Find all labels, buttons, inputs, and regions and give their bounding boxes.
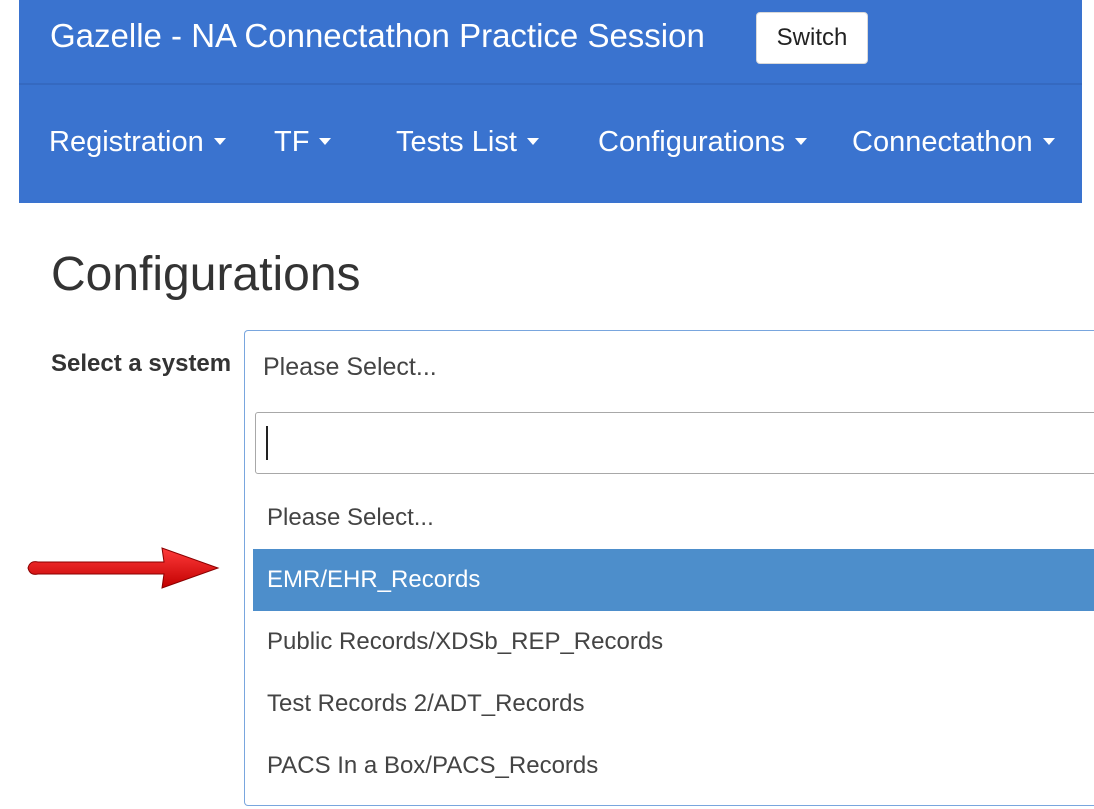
nav-label: Registration	[49, 126, 204, 158]
caret-down-icon	[795, 137, 807, 145]
text-cursor	[266, 426, 268, 460]
page-title: Configurations	[51, 248, 361, 301]
nav-tf[interactable]: TF	[274, 125, 332, 159]
caret-down-icon	[526, 137, 539, 145]
nav-label: Configurations	[598, 126, 785, 158]
dropdown-search-input[interactable]	[255, 412, 1094, 474]
red-arrow-icon	[27, 547, 220, 589]
nav-label: Connectathon	[852, 126, 1033, 158]
select-current-value: Please Select...	[263, 353, 437, 381]
nav-registration[interactable]: Registration	[49, 125, 226, 159]
top-header-bar: Gazelle - NA Connectathon Practice Sessi…	[19, 0, 1082, 83]
option-public-records-xdsb[interactable]: Public Records/XDSb_REP_Records	[253, 611, 1094, 673]
select-system-label: Select a system	[51, 350, 232, 377]
option-emr-ehr-records[interactable]: EMR/EHR_Records	[253, 549, 1094, 611]
switch-button[interactable]: Switch	[756, 12, 868, 64]
system-select[interactable]: Please Select...	[244, 330, 1094, 406]
option-please-select[interactable]: Please Select...	[253, 487, 1094, 549]
nav-configurations[interactable]: Configurations	[598, 125, 807, 159]
app-title: Gazelle - NA Connectathon Practice Sessi…	[50, 17, 705, 54]
nav-label: TF	[274, 126, 310, 158]
nav-tests-list[interactable]: Tests List	[396, 125, 539, 159]
option-list: Please Select... EMR/EHR_Records Public …	[253, 487, 1094, 797]
option-pacs-in-a-box[interactable]: PACS In a Box/PACS_Records	[253, 735, 1094, 797]
main-navbar: Registration TF Tests List Configuration…	[19, 85, 1082, 203]
caret-down-icon	[213, 137, 226, 145]
caret-down-icon	[1042, 137, 1055, 145]
caret-down-icon	[319, 137, 332, 145]
nav-connectathon[interactable]: Connectathon	[852, 125, 1055, 159]
nav-label: Tests List	[396, 126, 517, 158]
option-test-records-2-adt[interactable]: Test Records 2/ADT_Records	[253, 673, 1094, 735]
system-dropdown-panel: Please Select... EMR/EHR_Records Public …	[244, 406, 1094, 806]
